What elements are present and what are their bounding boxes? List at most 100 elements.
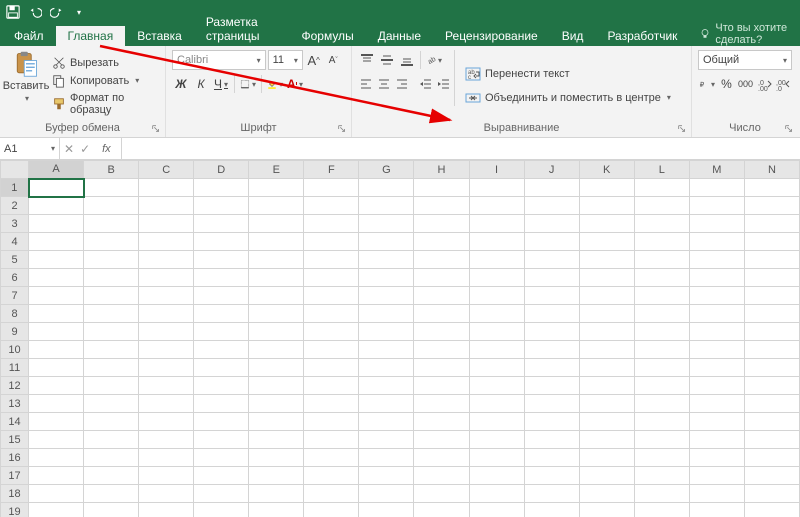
cell[interactable] bbox=[469, 431, 524, 449]
cell[interactable] bbox=[524, 431, 579, 449]
cell[interactable] bbox=[469, 341, 524, 359]
cell[interactable] bbox=[194, 359, 249, 377]
cell[interactable] bbox=[304, 377, 359, 395]
italic-button[interactable]: К bbox=[192, 74, 210, 94]
row-header[interactable]: 18 bbox=[1, 485, 29, 503]
cell[interactable] bbox=[579, 269, 634, 287]
cell[interactable] bbox=[139, 269, 194, 287]
cell[interactable] bbox=[744, 503, 799, 517]
row-header[interactable]: 17 bbox=[1, 467, 29, 485]
cell[interactable] bbox=[414, 395, 469, 413]
cell[interactable] bbox=[414, 359, 469, 377]
cell[interactable] bbox=[359, 359, 414, 377]
cell[interactable] bbox=[194, 503, 249, 517]
format-painter-button[interactable]: Формат по образцу bbox=[50, 91, 159, 117]
row-header[interactable]: 14 bbox=[1, 413, 29, 431]
cell[interactable] bbox=[469, 179, 524, 197]
cell[interactable] bbox=[634, 305, 689, 323]
cell[interactable] bbox=[139, 485, 194, 503]
cut-button[interactable]: Вырезать bbox=[50, 55, 159, 71]
cell[interactable] bbox=[689, 287, 744, 305]
cell[interactable] bbox=[249, 323, 304, 341]
cell[interactable] bbox=[29, 377, 84, 395]
cell[interactable] bbox=[84, 485, 139, 503]
cell[interactable] bbox=[744, 431, 799, 449]
cell[interactable] bbox=[414, 215, 469, 233]
dialog-launcher-icon[interactable] bbox=[677, 123, 689, 135]
cell[interactable] bbox=[84, 233, 139, 251]
cell[interactable] bbox=[634, 503, 689, 517]
cell[interactable] bbox=[579, 467, 634, 485]
qat-dropdown-icon[interactable]: ▾ bbox=[72, 5, 86, 19]
dialog-launcher-icon[interactable] bbox=[337, 123, 349, 135]
cell[interactable] bbox=[304, 323, 359, 341]
cell[interactable] bbox=[139, 503, 194, 517]
cell[interactable] bbox=[29, 269, 84, 287]
cell[interactable] bbox=[469, 215, 524, 233]
cell[interactable] bbox=[634, 233, 689, 251]
cell[interactable] bbox=[249, 269, 304, 287]
cell[interactable] bbox=[744, 377, 799, 395]
cell[interactable] bbox=[249, 215, 304, 233]
cell[interactable] bbox=[524, 395, 579, 413]
cell[interactable] bbox=[744, 449, 799, 467]
cell[interactable] bbox=[524, 467, 579, 485]
cell[interactable] bbox=[524, 377, 579, 395]
cell[interactable] bbox=[744, 485, 799, 503]
cell[interactable] bbox=[29, 413, 84, 431]
cell[interactable] bbox=[689, 251, 744, 269]
row-header[interactable]: 3 bbox=[1, 215, 29, 233]
row-header[interactable]: 15 bbox=[1, 431, 29, 449]
cell[interactable] bbox=[689, 377, 744, 395]
cell[interactable] bbox=[249, 413, 304, 431]
cell[interactable] bbox=[84, 341, 139, 359]
cell[interactable] bbox=[249, 197, 304, 215]
cell[interactable] bbox=[634, 413, 689, 431]
align-bottom-button[interactable] bbox=[398, 50, 416, 70]
cell[interactable] bbox=[359, 197, 414, 215]
cell[interactable] bbox=[689, 197, 744, 215]
cell[interactable] bbox=[689, 269, 744, 287]
row-header[interactable]: 10 bbox=[1, 341, 29, 359]
cell[interactable] bbox=[139, 413, 194, 431]
cell[interactable] bbox=[194, 323, 249, 341]
cell[interactable] bbox=[359, 485, 414, 503]
cell[interactable] bbox=[84, 431, 139, 449]
cell[interactable] bbox=[469, 233, 524, 251]
cell[interactable] bbox=[84, 269, 139, 287]
cell[interactable] bbox=[524, 485, 579, 503]
cell[interactable] bbox=[359, 395, 414, 413]
cell[interactable] bbox=[29, 467, 84, 485]
dialog-launcher-icon[interactable] bbox=[784, 123, 796, 135]
cell[interactable] bbox=[689, 467, 744, 485]
cell[interactable] bbox=[579, 503, 634, 517]
name-box[interactable]: A1 ▾ bbox=[0, 138, 60, 159]
cell[interactable] bbox=[414, 269, 469, 287]
cell[interactable] bbox=[249, 251, 304, 269]
cell[interactable] bbox=[139, 287, 194, 305]
cell[interactable] bbox=[634, 251, 689, 269]
cell[interactable] bbox=[194, 269, 249, 287]
tab-insert[interactable]: Вставка bbox=[125, 26, 194, 46]
undo-icon[interactable] bbox=[28, 5, 42, 19]
fx-icon[interactable]: fx bbox=[96, 143, 117, 155]
cell[interactable] bbox=[744, 305, 799, 323]
cell[interactable] bbox=[249, 395, 304, 413]
cell[interactable] bbox=[29, 305, 84, 323]
cell[interactable] bbox=[634, 485, 689, 503]
cell[interactable] bbox=[29, 233, 84, 251]
cell[interactable] bbox=[414, 233, 469, 251]
cell[interactable] bbox=[414, 467, 469, 485]
cell[interactable] bbox=[689, 449, 744, 467]
cell[interactable] bbox=[249, 485, 304, 503]
cell[interactable] bbox=[29, 359, 84, 377]
borders-button[interactable]: ▾ bbox=[239, 74, 257, 94]
increase-indent-button[interactable] bbox=[436, 74, 452, 94]
cell[interactable] bbox=[689, 323, 744, 341]
tab-view[interactable]: Вид bbox=[550, 26, 596, 46]
cell[interactable] bbox=[194, 251, 249, 269]
cell[interactable] bbox=[524, 413, 579, 431]
cell[interactable] bbox=[359, 305, 414, 323]
cell[interactable] bbox=[469, 413, 524, 431]
cell[interactable] bbox=[359, 413, 414, 431]
